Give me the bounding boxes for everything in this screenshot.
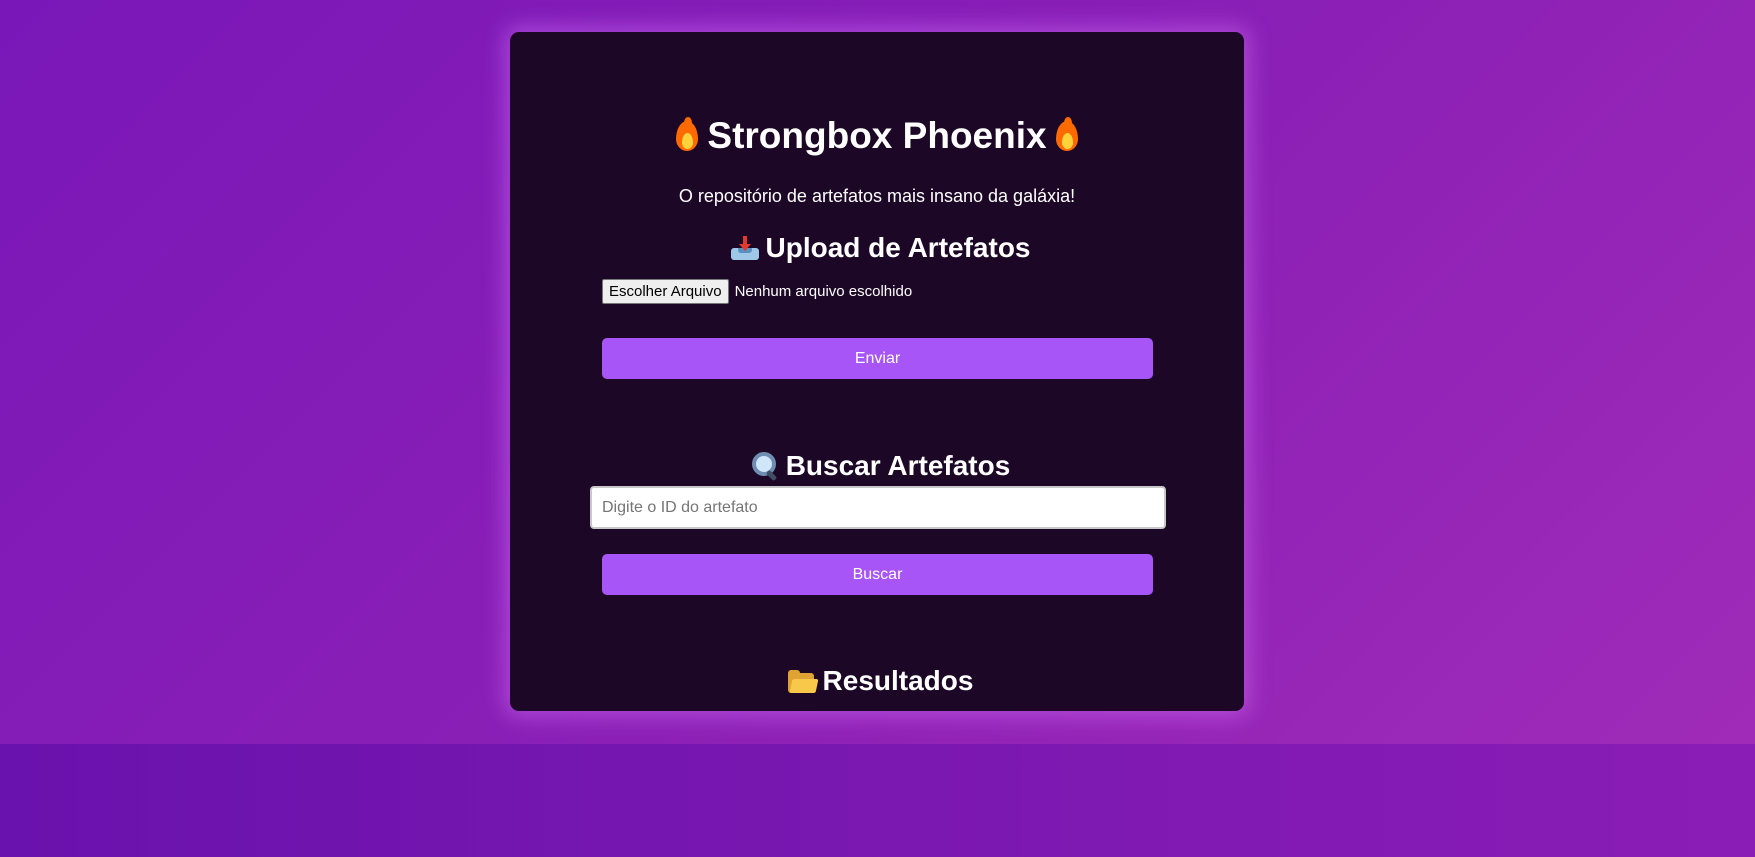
page-background-footer xyxy=(0,744,1755,857)
search-heading-text: Buscar Artefatos xyxy=(785,450,1011,481)
results-heading-text: Resultados xyxy=(822,665,974,696)
send-button[interactable]: Enviar xyxy=(602,338,1153,379)
results-heading: Resultados xyxy=(510,663,1244,699)
inbox-tray-icon xyxy=(730,234,760,262)
file-input[interactable]: Escolher Arquivo Nenhum arquivo escolhid… xyxy=(602,279,912,304)
upload-heading-text: Upload de Artefatos xyxy=(765,232,1031,263)
search-button[interactable]: Buscar xyxy=(602,554,1153,595)
fire-icon xyxy=(1053,117,1081,153)
upload-heading: Upload de Artefatos xyxy=(510,230,1244,266)
page-title-text: Strongbox Phoenix xyxy=(707,115,1047,156)
open-folder-icon xyxy=(787,669,819,695)
artifact-id-input[interactable] xyxy=(590,486,1166,529)
page-subtitle: O repositório de artefatos mais insano d… xyxy=(678,186,1076,206)
fire-icon xyxy=(673,117,701,153)
main-card: Strongbox Phoenix O repositório de artef… xyxy=(510,32,1244,711)
magnifier-icon xyxy=(750,450,780,481)
file-status-text: Nenhum arquivo escolhido xyxy=(734,283,913,300)
choose-file-button[interactable]: Escolher Arquivo xyxy=(602,279,729,304)
page-title: Strongbox Phoenix xyxy=(510,114,1244,158)
search-heading: Buscar Artefatos xyxy=(510,448,1244,484)
